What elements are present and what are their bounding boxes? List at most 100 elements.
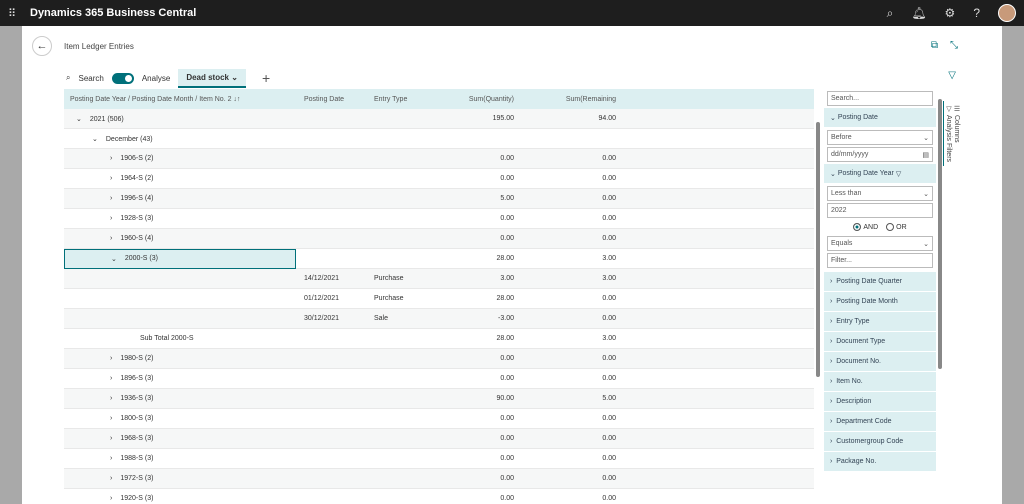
and-radio[interactable]: AND bbox=[853, 223, 878, 231]
chevron-right-icon[interactable]: › bbox=[110, 355, 112, 362]
open-new-window-icon[interactable]: ⧉ bbox=[931, 40, 938, 51]
section-label: Posting Date bbox=[837, 114, 878, 121]
collapse-icon[interactable]: ⤡ bbox=[950, 40, 958, 51]
section-label: Item No. bbox=[836, 378, 863, 385]
calendar-icon[interactable]: ▤ bbox=[922, 151, 929, 159]
table-row[interactable]: › 1996-S (4) 5.00 0.00 bbox=[64, 189, 814, 209]
quantity-cell: 28.00 bbox=[496, 335, 514, 342]
table-row[interactable]: › 1896-S (3) 0.00 0.00 bbox=[64, 369, 814, 389]
chevron-down-icon[interactable]: ⌄ bbox=[76, 116, 82, 123]
gear-icon[interactable]: ⚙ bbox=[945, 6, 956, 20]
quantity-cell: 28.00 bbox=[496, 255, 514, 262]
table-row[interactable]: › 1988-S (3) 0.00 0.00 bbox=[64, 449, 814, 469]
filter-icon[interactable]: ▽ bbox=[948, 70, 956, 81]
remaining-cell: 0.00 bbox=[602, 475, 616, 482]
select-value: Equals bbox=[831, 240, 853, 247]
column-header[interactable]: Sum(Remaining bbox=[520, 96, 620, 103]
table-row[interactable]: 14/12/2021 Purchase 3.00 3.00 bbox=[64, 269, 814, 289]
column-header[interactable]: Posting Date bbox=[296, 96, 366, 103]
filter-section[interactable]: › Package No. bbox=[824, 452, 936, 472]
remaining-cell: 3.00 bbox=[602, 255, 616, 262]
filter-section[interactable]: › Posting Date Month bbox=[824, 292, 936, 312]
chevron-right-icon: › bbox=[830, 438, 833, 445]
remaining-cell: 94.00 bbox=[598, 115, 616, 122]
search-button[interactable]: Search bbox=[78, 74, 103, 83]
table-row[interactable]: › 1980-S (2) 0.00 0.00 bbox=[64, 349, 814, 369]
filter-section-posting-date-year[interactable]: ⌄ Posting Date Year ▽ bbox=[824, 164, 936, 184]
select-value: Before bbox=[831, 134, 852, 141]
back-button[interactable]: ← bbox=[32, 36, 52, 56]
year-value-input[interactable]: 2022 bbox=[827, 203, 933, 218]
group-cell: › 1960-S (4) bbox=[64, 235, 296, 242]
tab-dead-stock[interactable]: Dead stock ⌄ bbox=[178, 68, 246, 88]
filter-section[interactable]: › Entry Type bbox=[824, 312, 936, 332]
year-operator2-select[interactable]: Equals ⌄ bbox=[827, 236, 933, 251]
or-radio[interactable]: OR bbox=[886, 223, 907, 231]
chevron-right-icon[interactable]: › bbox=[110, 235, 112, 242]
chevron-right-icon[interactable]: › bbox=[110, 415, 112, 422]
tab-analysis-filters[interactable]: ▽ Analysis Filters bbox=[943, 101, 952, 167]
chevron-down-icon[interactable]: ⌄ bbox=[92, 136, 98, 143]
table-row[interactable]: Sub Total 2000-S 28.00 3.00 bbox=[64, 329, 814, 349]
chevron-down-icon[interactable]: ⌄ bbox=[111, 255, 117, 263]
table-row[interactable]: ⌄ 2000-S (3) 28.00 3.00 bbox=[64, 248, 814, 269]
chevron-right-icon[interactable]: › bbox=[110, 155, 112, 162]
chevron-right-icon[interactable]: › bbox=[110, 455, 112, 462]
chevron-right-icon[interactable]: › bbox=[110, 375, 112, 382]
filter-section[interactable]: › Posting Date Quarter bbox=[824, 272, 936, 292]
table-row[interactable]: › 1906-S (2) 0.00 0.00 bbox=[64, 149, 814, 169]
chevron-right-icon[interactable]: › bbox=[110, 395, 112, 402]
app-launcher-icon[interactable]: ⠿ bbox=[0, 7, 24, 20]
table-row[interactable]: 30/12/2021 Sale -3.00 0.00 bbox=[64, 309, 814, 329]
help-icon[interactable]: ? bbox=[973, 6, 980, 20]
chevron-right-icon[interactable]: › bbox=[110, 175, 112, 182]
quantity-cell: 0.00 bbox=[500, 475, 514, 482]
analyse-label: Analyse bbox=[141, 73, 171, 83]
year-filter-input[interactable]: Filter... bbox=[827, 253, 933, 268]
filter-section-posting-date[interactable]: ⌄ Posting Date bbox=[824, 108, 936, 128]
table-row[interactable]: › 1920-S (3) 0.00 0.00 bbox=[64, 489, 814, 504]
filter-section[interactable]: › Description bbox=[824, 392, 936, 412]
chevron-right-icon[interactable]: › bbox=[110, 435, 112, 442]
table-row[interactable]: › 1800-S (3) 0.00 0.00 bbox=[64, 409, 814, 429]
year-operator-select[interactable]: Less than ⌄ bbox=[827, 186, 933, 201]
filter-section[interactable]: › Customergroup Code bbox=[824, 432, 936, 452]
search-icon[interactable]: ⌕ bbox=[887, 6, 894, 21]
analyse-toggle[interactable] bbox=[111, 72, 134, 84]
column-header[interactable]: Entry Type bbox=[366, 96, 436, 103]
quantity-cell: 0.00 bbox=[500, 495, 514, 502]
tab-columns[interactable]: ☰ Columns bbox=[952, 101, 960, 166]
chevron-right-icon[interactable]: › bbox=[110, 195, 112, 202]
table-row[interactable]: › 1968-S (3) 0.00 0.00 bbox=[64, 429, 814, 449]
add-tab-button[interactable]: + bbox=[262, 70, 270, 86]
filter-section[interactable]: › Department Code bbox=[824, 412, 936, 432]
remaining-cell: 0.00 bbox=[602, 215, 616, 222]
chevron-right-icon[interactable]: › bbox=[110, 475, 112, 482]
posting-date-operator-select[interactable]: Before ⌄ bbox=[827, 130, 933, 145]
table-row[interactable]: › 1928-S (3) 0.00 0.00 bbox=[64, 209, 814, 229]
quantity-cell: -3.00 bbox=[498, 315, 514, 322]
filter-search-input[interactable]: Search... bbox=[827, 91, 933, 106]
bell-icon[interactable]: 🔔︎ bbox=[911, 6, 926, 20]
column-header[interactable]: Posting Date Year / Posting Date Month /… bbox=[64, 96, 296, 103]
table-row[interactable]: › 1960-S (4) 0.00 0.00 bbox=[64, 229, 814, 249]
avatar[interactable] bbox=[998, 4, 1016, 22]
posting-date-input[interactable]: dd/mm/yyyy ▤ bbox=[827, 147, 933, 162]
table-row[interactable]: 01/12/2021 Purchase 28.00 0.00 bbox=[64, 289, 814, 309]
table-row[interactable]: ⌄ December (43) bbox=[64, 129, 814, 149]
entry-type-cell: Sale bbox=[374, 315, 389, 322]
chevron-right-icon[interactable]: › bbox=[110, 495, 112, 502]
filter-section[interactable]: › Item No. bbox=[824, 372, 936, 392]
table-row[interactable]: ⌄ 2021 (506) 195.00 94.00 bbox=[64, 109, 814, 129]
filter-section[interactable]: › Document Type bbox=[824, 332, 936, 352]
table-row[interactable]: › 1964-S (2) 0.00 0.00 bbox=[64, 169, 814, 189]
group-cell: › 1988-S (3) bbox=[64, 455, 296, 462]
chevron-right-icon[interactable]: › bbox=[110, 215, 112, 222]
table-row[interactable]: › 1972-S (3) 0.00 0.00 bbox=[64, 469, 814, 489]
grid-scrollbar[interactable] bbox=[816, 112, 821, 502]
filter-section[interactable]: › Document No. bbox=[824, 352, 936, 372]
table-row[interactable]: › 1936-S (3) 90.00 5.00 bbox=[64, 389, 814, 409]
search-icon[interactable]: ⌕ bbox=[66, 73, 70, 83]
column-header[interactable]: Sum(Quantity) bbox=[436, 96, 520, 103]
placeholder: Filter... bbox=[831, 257, 853, 264]
